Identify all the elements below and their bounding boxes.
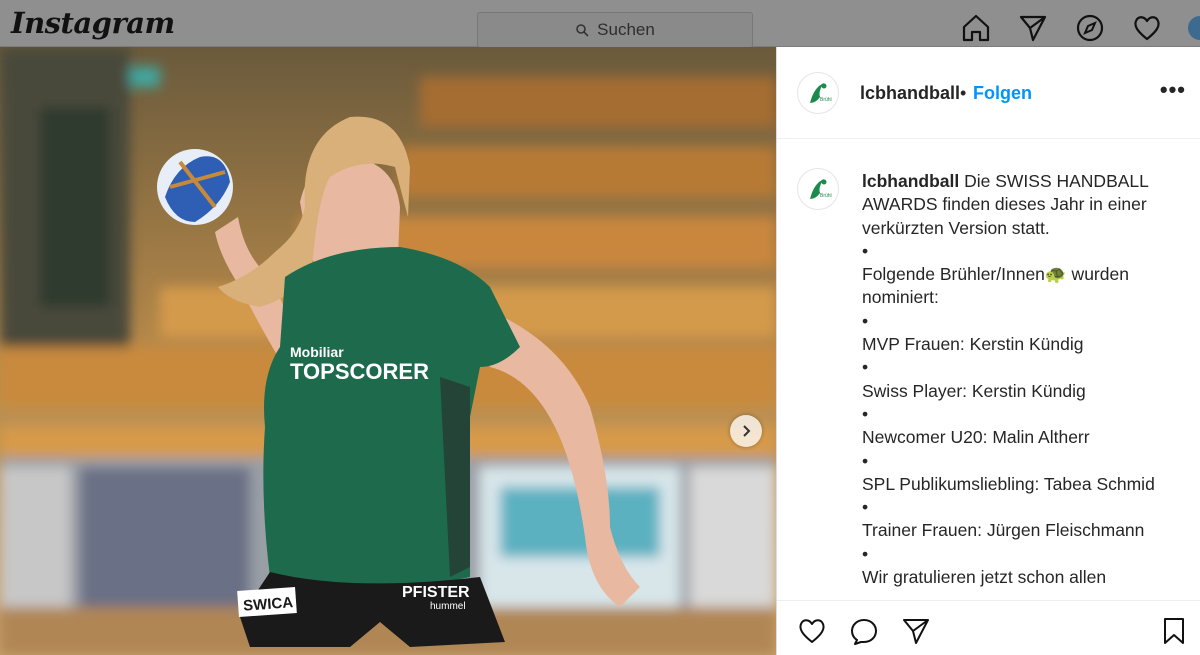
instagram-logo[interactable]: Instagram — [11, 6, 175, 40]
comment-icon[interactable] — [847, 614, 881, 648]
caption-username[interactable]: lcbhandball — [862, 171, 959, 191]
home-icon[interactable] — [960, 12, 992, 44]
caption-area: Brühl lcbhandball Die SWISS HANDBALL AWA… — [777, 140, 1200, 600]
caption-line: • — [862, 497, 869, 518]
post-side-panel: Brühl lcbhandball • Folgen ••• Brühl lcb… — [776, 47, 1200, 655]
caption-line: Newcomer U20: Malin Altherr — [862, 427, 1090, 448]
post-actions-bar — [777, 600, 1200, 655]
shorts-sponsor-left: SWICA — [243, 594, 294, 614]
shorts-sponsor-right: PFISTER — [402, 584, 470, 601]
caption-line: • — [862, 543, 869, 564]
caption-line: MVP Frauen: Kerstin Kündig — [862, 334, 1084, 355]
caption-line: • — [862, 357, 869, 378]
shorts-brand: hummel — [430, 601, 466, 612]
caption-line: • — [862, 240, 869, 261]
post-header: Brühl lcbhandball • Folgen ••• — [777, 47, 1200, 139]
jersey-sponsor: Mobiliar — [290, 344, 344, 360]
separator-dot: • — [960, 83, 967, 103]
caption-line: Swiss Player: Kerstin Kündig — [862, 380, 1086, 401]
more-options-button[interactable]: ••• — [1160, 77, 1186, 103]
direct-icon[interactable] — [1017, 12, 1049, 44]
next-image-button[interactable] — [730, 415, 762, 447]
caption-avatar[interactable]: Brühl — [797, 168, 839, 210]
caption-line: SPL Publikumsliebling: Tabea Schmid — [862, 473, 1155, 494]
svg-text:Brühl: Brühl — [820, 193, 832, 199]
share-icon[interactable] — [899, 614, 933, 648]
caption-line: • — [862, 403, 869, 424]
caption-line: AWARDS finden dieses Jahr in einer — [862, 194, 1147, 215]
caption-line: Die SWISS HANDBALL — [964, 171, 1149, 191]
chevron-right-icon — [743, 425, 751, 437]
search-input[interactable]: Suchen — [477, 12, 753, 48]
post-image[interactable]: Mobiliar TOPSCORER SWICA PFISTER hummel — [0, 47, 776, 655]
svg-text:Brühl: Brühl — [820, 97, 832, 103]
activity-icon[interactable] — [1131, 12, 1163, 44]
profile-avatar[interactable] — [1186, 14, 1200, 42]
caption-line: verkürzten Version statt. — [862, 217, 1050, 238]
caption-line: Wir gratulieren jetzt schon allen — [862, 567, 1107, 588]
account-username[interactable]: lcbhandball — [860, 83, 960, 104]
caption-line: Trainer Frauen: Jürgen Fleischmann — [862, 520, 1145, 541]
account-avatar[interactable]: Brühl — [797, 72, 839, 114]
caption-line: • — [862, 450, 869, 471]
jersey-text: TOPSCORER — [290, 359, 429, 384]
search-icon — [576, 24, 589, 37]
top-navigation-bar: Instagram Suchen — [0, 0, 1200, 48]
nav-icons — [960, 12, 1163, 44]
caption-line: • — [862, 310, 869, 331]
caption-text: lcbhandball Die SWISS HANDBALL AWARDS fi… — [862, 170, 1182, 589]
like-icon[interactable] — [795, 614, 829, 648]
save-icon[interactable] — [1157, 614, 1191, 648]
caption-line: Folgende Brühler/Innen🐢 wurden — [862, 264, 1129, 285]
search-placeholder: Suchen — [597, 20, 655, 39]
follow-button[interactable]: Folgen — [973, 83, 1032, 104]
caption-line: nominiert: — [862, 287, 939, 308]
explore-icon[interactable] — [1074, 12, 1106, 44]
